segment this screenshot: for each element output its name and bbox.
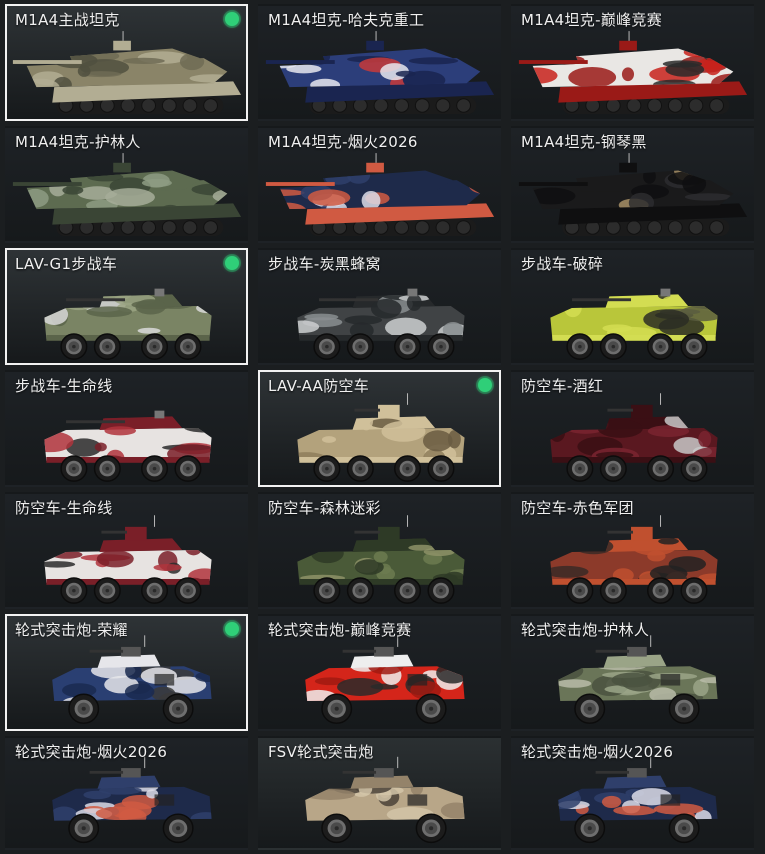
skin-name: 轮式突击炮-荣耀: [15, 621, 128, 639]
vehicle-aa: [44, 515, 212, 604]
skin-name: 轮式突击炮-护林人: [521, 621, 650, 639]
vehicle-ifv: [44, 410, 212, 482]
vehicle-aa: [297, 393, 465, 482]
skin-name: 轮式突击炮-烟火2026: [15, 743, 168, 761]
skin-grid: M1A4主战坦克 M1A4坦克-哈夫克重工 M1A4坦克-巅峰竞赛 M1A4坦克-护林…: [5, 4, 760, 850]
skin-card[interactable]: 轮式突击炮-荣耀: [5, 614, 248, 731]
vehicle-wheeled-assault-gun: [52, 756, 212, 844]
skin-name: 防空车-生命线: [15, 499, 113, 517]
skin-card[interactable]: 轮式突击炮-护林人: [511, 614, 754, 731]
vehicle-tank: [12, 31, 242, 115]
skin-card[interactable]: 防空车-生命线: [5, 492, 248, 609]
skin-name: FSV轮式突击炮: [268, 743, 374, 761]
vehicle-wheeled-assault-gun: [558, 635, 718, 724]
vehicle-tank: [12, 153, 242, 237]
equipped-indicator-icon: [478, 378, 492, 392]
skin-card[interactable]: 轮式突击炮-烟火2026: [5, 736, 248, 850]
skin-card[interactable]: 步战车-破碎: [511, 248, 754, 365]
skin-name: 步战车-破碎: [521, 255, 604, 273]
skin-name: M1A4坦克-巅峰竞赛: [521, 11, 663, 29]
equipped-indicator-icon: [225, 12, 239, 26]
vehicle-ifv: [44, 288, 212, 360]
vehicle-tank: [518, 153, 748, 237]
vehicle-tank: [265, 31, 495, 115]
skin-card[interactable]: 防空车-森林迷彩: [258, 492, 501, 609]
vehicle-tank: [518, 31, 748, 115]
vehicle-tank: [265, 153, 495, 237]
skin-name: 步战车-生命线: [15, 377, 113, 395]
skin-name: LAV-AA防空车: [268, 377, 370, 395]
skin-card[interactable]: 防空车-酒红: [511, 370, 754, 487]
vehicle-ifv: [297, 288, 465, 360]
skin-name: 轮式突击炮-巅峰竞赛: [268, 621, 412, 639]
skin-name: M1A4主战坦克: [15, 11, 120, 29]
skin-name: M1A4坦克-烟火2026: [268, 133, 418, 151]
skin-name: 防空车-赤色军团: [521, 499, 634, 517]
skin-card[interactable]: 步战车-生命线: [5, 370, 248, 487]
skin-card[interactable]: FSV轮式突击炮: [258, 736, 501, 850]
skin-card[interactable]: M1A4坦克-烟火2026: [258, 126, 501, 243]
skin-card[interactable]: M1A4坦克-巅峰竞赛: [511, 4, 754, 121]
skin-name: 防空车-森林迷彩: [268, 499, 381, 517]
skin-card[interactable]: 轮式突击炮-巅峰竞赛: [258, 614, 501, 731]
skin-name: 防空车-酒红: [521, 377, 604, 395]
skin-card[interactable]: M1A4主战坦克: [5, 4, 248, 121]
skin-name: M1A4坦克-哈夫克重工: [268, 11, 425, 29]
skin-name: M1A4坦克-钢琴黑: [521, 133, 647, 151]
skin-name: LAV-G1步战车: [15, 255, 118, 273]
skin-card[interactable]: 轮式突击炮-烟火2026: [511, 736, 754, 850]
vehicle-aa: [550, 515, 718, 604]
skin-name: 步战车-炭黑蜂窝: [268, 255, 381, 273]
skin-card[interactable]: LAV-G1步战车: [5, 248, 248, 365]
vehicle-wheeled-assault-gun: [52, 635, 212, 724]
vehicle-aa: [550, 393, 718, 482]
skin-name: 轮式突击炮-烟火2026: [521, 743, 674, 761]
vehicle-wheeled-assault-gun: [558, 756, 718, 844]
skin-card[interactable]: M1A4坦克-钢琴黑: [511, 126, 754, 243]
vehicle-aa: [297, 515, 465, 604]
vehicle-wheeled-assault-gun: [305, 756, 465, 844]
vehicle-ifv: [550, 288, 718, 360]
skin-card[interactable]: M1A4坦克-哈夫克重工: [258, 4, 501, 121]
skin-card[interactable]: M1A4坦克-护林人: [5, 126, 248, 243]
skin-card[interactable]: 防空车-赤色军团: [511, 492, 754, 609]
equipped-indicator-icon: [225, 622, 239, 636]
equipped-indicator-icon: [225, 256, 239, 270]
skin-card[interactable]: 步战车-炭黑蜂窝: [258, 248, 501, 365]
skin-card[interactable]: LAV-AA防空车: [258, 370, 501, 487]
vehicle-wheeled-assault-gun: [305, 635, 465, 724]
skin-name: M1A4坦克-护林人: [15, 133, 141, 151]
